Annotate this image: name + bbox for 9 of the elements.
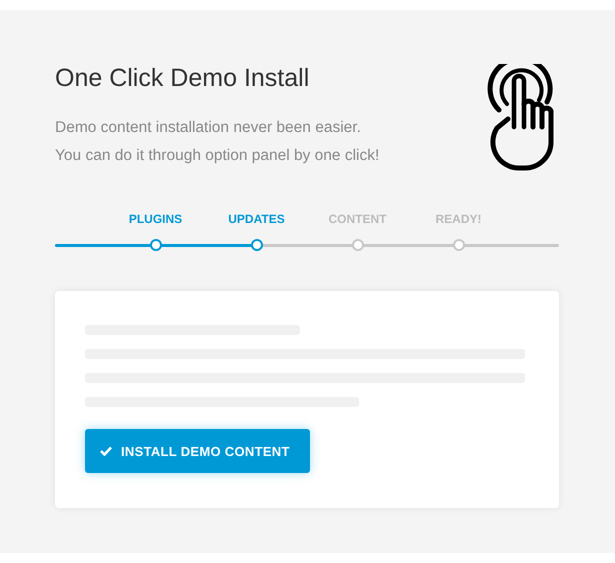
step-label: UPDATES [228,212,285,226]
check-icon [100,446,112,456]
install-button[interactable]: INSTALL DEMO CONTENT [85,429,310,473]
step-label: CONTENT [328,212,386,226]
step-label: PLUGINS [128,212,182,226]
description-text: You can do it through option panel by one click! [55,146,380,166]
step-label: READY! [435,212,482,226]
description-text: Demo content installation never been easier. [55,118,362,138]
page-title: One Click Demo Install [55,63,310,94]
